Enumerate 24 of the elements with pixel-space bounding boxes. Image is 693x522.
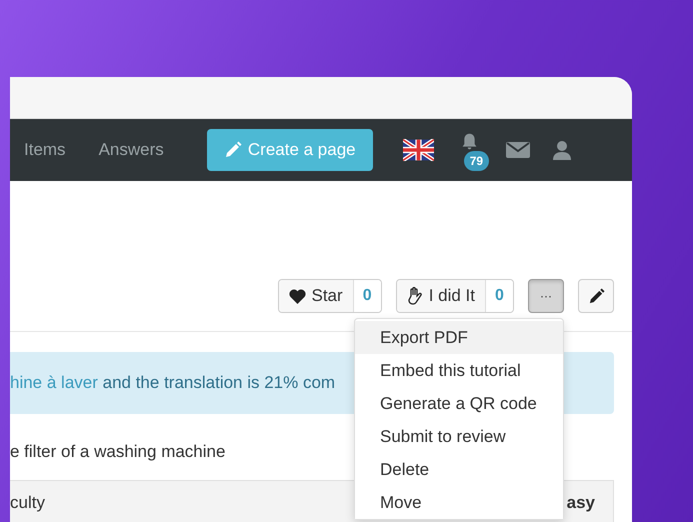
notice-text: hine à laver and the translation is 21% com bbox=[10, 373, 336, 393]
flag-icon[interactable] bbox=[402, 139, 434, 161]
edit-button[interactable] bbox=[578, 279, 614, 313]
user-icon[interactable] bbox=[552, 140, 572, 160]
menu-item[interactable]: Move bbox=[355, 486, 563, 519]
menu-item[interactable]: Export PDF bbox=[355, 321, 563, 354]
detail-value: asy bbox=[566, 493, 595, 513]
hand-icon bbox=[406, 287, 423, 305]
pencil-icon bbox=[224, 141, 242, 159]
star-button[interactable]: Star bbox=[278, 280, 354, 312]
menu-item[interactable]: Submit to review bbox=[355, 420, 563, 453]
nav-link[interactable]: Items bbox=[24, 140, 66, 160]
menu-item[interactable]: Delete bbox=[355, 453, 563, 486]
did-it-button[interactable]: I did It bbox=[396, 280, 486, 312]
menu-item[interactable]: Embed this tutorial bbox=[355, 354, 563, 387]
more-button[interactable]: ··· bbox=[528, 279, 564, 313]
subtitle-text: e filter of a washing machine bbox=[10, 442, 226, 462]
mail-icon[interactable] bbox=[506, 141, 530, 159]
detail-label: culty bbox=[10, 493, 45, 513]
pencil-icon bbox=[588, 288, 604, 304]
notification-badge: 79 bbox=[464, 151, 490, 171]
nav-link[interactable]: Answers bbox=[98, 140, 164, 160]
heart-icon bbox=[288, 288, 306, 304]
menu-item[interactable]: Generate a QR code bbox=[355, 387, 563, 420]
